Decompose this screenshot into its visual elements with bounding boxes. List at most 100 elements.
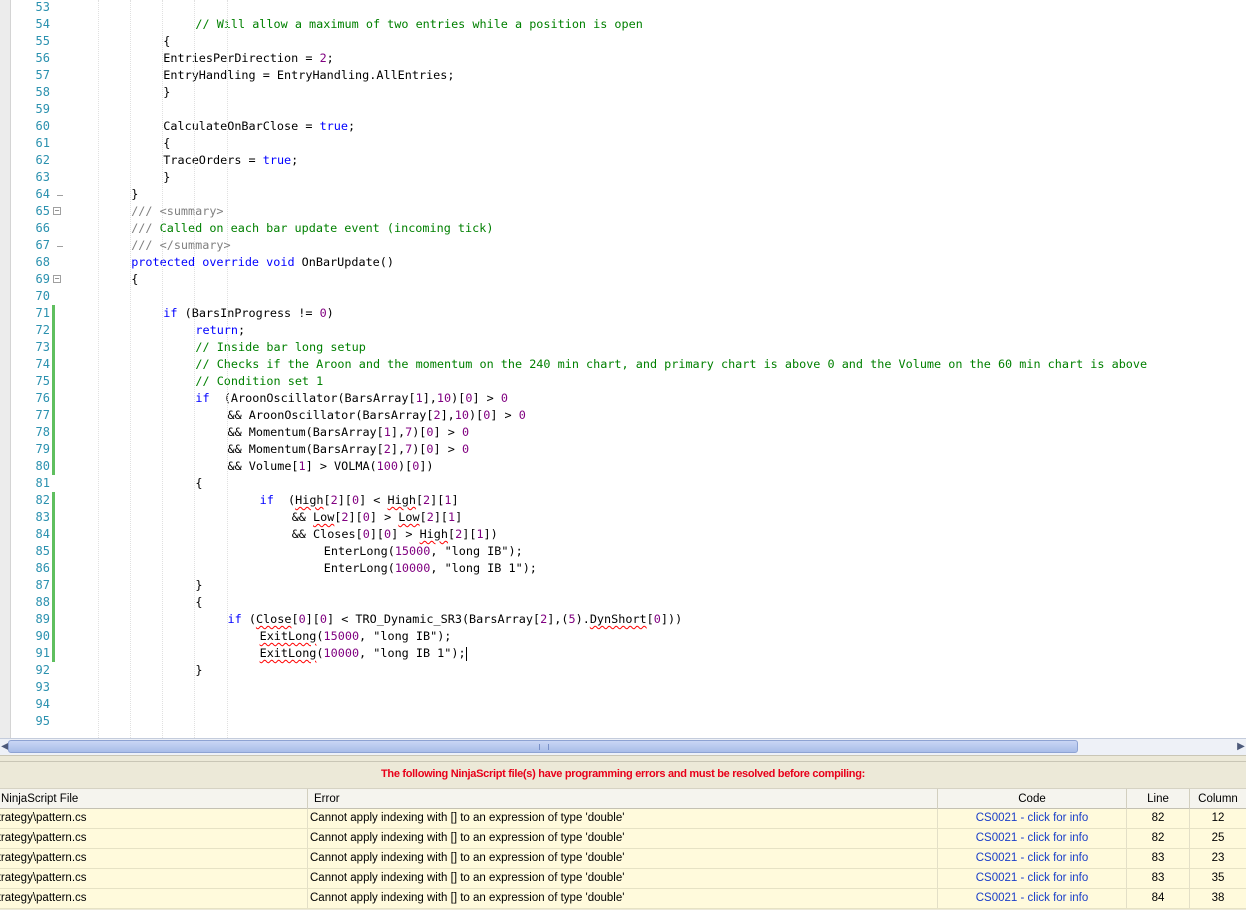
collapse-region-icon[interactable]: − (53, 207, 61, 215)
error-column-cell: 12 (1211, 812, 1225, 824)
code-line[interactable]: // Condition set 1 (195, 373, 323, 390)
code-line[interactable]: { (163, 135, 170, 152)
code-line[interactable]: } (163, 84, 170, 101)
code-line[interactable]: { (195, 594, 202, 611)
code-token: ], (390, 442, 406, 456)
line-number: 91 (35, 646, 50, 660)
code-token: ; (347, 119, 356, 133)
scroll-right-arrow-icon[interactable]: ▶ (1236, 739, 1246, 755)
error-code-link[interactable]: CS0021 - click for info (938, 829, 1127, 848)
error-code-link-text[interactable]: CS0021 - click for info (976, 892, 1089, 904)
panel-splitter[interactable] (0, 755, 1246, 762)
code-line[interactable]: if (High[2][0] < High[2][1] (260, 492, 459, 509)
error-code-link[interactable]: CS0021 - click for info (938, 809, 1127, 828)
code-line[interactable]: } (131, 186, 138, 203)
code-line[interactable]: && Momentum(BarsArray[2],7)[0] > 0 (228, 441, 470, 458)
code-line[interactable]: return; (195, 322, 245, 339)
line-number: 92 (35, 663, 50, 677)
line-number: 89 (35, 612, 50, 626)
error-row[interactable]: Strategy\pattern.csCannot apply indexing… (0, 889, 1246, 909)
code-token: } (195, 578, 203, 592)
code-line[interactable]: /// Called on each bar update event (inc… (131, 220, 493, 237)
line-number: 88 (35, 595, 50, 609)
horizontal-scrollbar[interactable]: ◀ ▶ (0, 738, 1246, 755)
code-token: 10000 (323, 646, 360, 660)
code-token: && Momentum(BarsArray[ (227, 425, 384, 439)
code-line[interactable]: EntryHandling = EntryHandling.AllEntries… (163, 67, 454, 84)
changed-lines-marker (52, 492, 55, 662)
collapse-region-icon[interactable]: − (53, 275, 61, 283)
code-token: /// (131, 204, 160, 218)
code-line[interactable]: } (195, 662, 202, 679)
error-code-link-text[interactable]: CS0021 - click for info (976, 872, 1089, 884)
code-line[interactable]: && Volume[1] > VOLMA(100)[0]) (228, 458, 434, 475)
error-row[interactable]: Strategy\pattern.csCannot apply indexing… (0, 849, 1246, 869)
code-token: 2 (433, 408, 441, 422)
code-line[interactable]: /// <summary> (131, 203, 223, 220)
error-row[interactable]: Strategy\pattern.csCannot apply indexing… (0, 829, 1246, 849)
code-line[interactable]: if (BarsInProgress != 0) (163, 305, 333, 322)
code-token: if (227, 612, 242, 626)
code-line[interactable]: } (163, 169, 170, 186)
indent-guide (162, 0, 164, 738)
code-line[interactable]: // Inside bar long setup (195, 339, 365, 356)
code-line[interactable]: ExitLong(10000, "long IB 1"); (260, 645, 467, 662)
error-file-cell: Strategy\pattern.cs (0, 829, 308, 848)
error-panel-title: The following NinjaScript file(s) have p… (380, 768, 865, 780)
code-line[interactable]: && Low[2][0] > Low[2][1] (292, 509, 463, 526)
code-line[interactable]: && Closes[0][0] > High[2][1]) (292, 526, 498, 543)
code-line[interactable]: // Checks if the Aroon and the momentum … (195, 356, 1147, 373)
code-token: if (163, 306, 178, 320)
error-code-link-text[interactable]: CS0021 - click for info (976, 852, 1089, 864)
code-token: ] > (391, 527, 420, 541)
code-line[interactable]: CalculateOnBarClose = true; (163, 118, 355, 135)
line-number: 71 (35, 306, 50, 320)
code-token: 15000 (323, 629, 360, 643)
code-line[interactable]: protected override void OnBarUpdate() (131, 254, 394, 271)
code-line[interactable]: // Will allow a maximum of two entries w… (195, 16, 642, 33)
code-line[interactable]: if (Close[0][0] < TRO_Dynamic_SR3(BarsAr… (228, 611, 683, 628)
code-line[interactable]: EnterLong(10000, "long IB 1"); (324, 560, 537, 577)
column-header-file[interactable]: NinjaScript File (0, 789, 308, 809)
column-header-error[interactable]: Error (308, 789, 938, 809)
error-code-link-text[interactable]: CS0021 - click for info (976, 812, 1089, 824)
code-token: true (262, 153, 292, 167)
code-token: <summary> (159, 204, 224, 218)
line-number: 82 (35, 493, 50, 507)
line-number: 57 (35, 68, 50, 82)
error-message-cell: Cannot apply indexing with [] to an expr… (308, 849, 938, 868)
code-line[interactable]: && AroonOscillator(BarsArray[2],10)[0] >… (228, 407, 526, 424)
code-token: ( (241, 612, 256, 626)
error-row[interactable]: Strategy\pattern.csCannot apply indexing… (0, 869, 1246, 889)
error-code-link[interactable]: CS0021 - click for info (938, 889, 1127, 908)
code-line[interactable]: { (131, 271, 138, 288)
error-code-link-text[interactable]: CS0021 - click for info (976, 832, 1089, 844)
code-line[interactable]: && Momentum(BarsArray[1],7)[0] > 0 (228, 424, 470, 441)
error-squiggle-token: ExitLong (259, 646, 317, 660)
horizontal-scrollbar-thumb[interactable] (8, 740, 1078, 753)
line-number: 78 (35, 425, 50, 439)
code-line[interactable]: { (195, 475, 202, 492)
text-caret (465, 646, 467, 661)
code-editor[interactable]: 53 54 55 56 57 58 59 60 61 62 63 64 65 66 67 68 69 70 71 72… (0, 0, 1246, 738)
error-code-link[interactable]: CS0021 - click for info (938, 869, 1127, 888)
code-line[interactable]: if (AroonOscillator(BarsArray[1],10)[0] … (195, 390, 508, 407)
code-line[interactable]: EntriesPerDirection = 2; (163, 50, 333, 67)
code-line[interactable]: /// </summary> (131, 237, 230, 254)
code-text-area[interactable]: // Will allow a maximum of two entries w… (66, 0, 1246, 738)
code-line[interactable]: } (195, 577, 202, 594)
column-header-code[interactable]: Code (938, 789, 1127, 809)
code-token: ; (291, 153, 299, 167)
code-line[interactable]: ExitLong(15000, "long IB"); (260, 628, 452, 645)
error-code-link[interactable]: CS0021 - click for info (938, 849, 1127, 868)
column-header-line[interactable]: Line (1127, 789, 1190, 809)
error-file-cell: Strategy\pattern.cs (0, 849, 308, 868)
column-header-column[interactable]: Column (1190, 789, 1246, 809)
error-row[interactable]: Strategy\pattern.csCannot apply indexing… (0, 809, 1246, 829)
code-line[interactable]: EnterLong(15000, "long IB"); (324, 543, 523, 560)
error-file-cell: Strategy\pattern.cs (0, 889, 308, 908)
code-line[interactable]: TraceOrders = true; (163, 152, 298, 169)
code-token: ][ (369, 527, 385, 541)
code-token: 0 (298, 612, 306, 626)
code-line[interactable]: { (163, 33, 170, 50)
